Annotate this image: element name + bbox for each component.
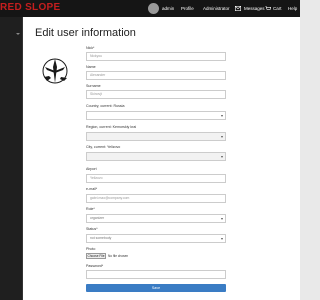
status-select-value: not somebody [90, 236, 112, 240]
nav-profile-label[interactable]: Profile [181, 6, 194, 11]
nav-cart-label[interactable]: Cart [273, 6, 282, 11]
role-select-value: organizer [90, 216, 105, 220]
airport-input[interactable]: Yelizovo [86, 174, 226, 183]
name-label: Name [86, 65, 96, 69]
status-select[interactable]: not somebody [86, 234, 226, 243]
page-title: Edit user information [35, 27, 136, 39]
role-label: Role* [86, 207, 95, 211]
user-menu[interactable]: admin [148, 0, 174, 17]
password-label: Password* [86, 264, 104, 268]
airport-label: Airport [86, 167, 97, 171]
cart-icon [265, 6, 271, 10]
surname-input[interactable]: Skinovjt [86, 90, 226, 99]
nick-label: Nick* [86, 46, 95, 50]
main-content: Edit user information Nick* Nickyou Name… [23, 17, 300, 300]
password-input[interactable] [86, 270, 226, 279]
choose-file-button[interactable]: Choose File [86, 253, 106, 259]
surname-label: Surname [86, 84, 101, 88]
region-select[interactable] [86, 132, 226, 141]
save-button[interactable]: Save [86, 284, 226, 292]
country-select[interactable] [86, 111, 226, 120]
envelope-icon [235, 6, 241, 11]
photo-label: Photo [86, 247, 96, 251]
nav-profile[interactable]: Profile [181, 0, 194, 17]
nav-administrator-label[interactable]: Administrator [203, 6, 230, 11]
city-label: City, current: Yelizovo [86, 145, 121, 149]
username[interactable]: admin [162, 6, 174, 11]
nav-help-label[interactable]: Help [288, 6, 297, 11]
region-label: Region, current: Kemorskiy krai [86, 125, 137, 129]
avatar[interactable] [148, 3, 159, 14]
nav-messages[interactable]: Messages [235, 0, 265, 17]
country-label: Country, current: Russia [86, 104, 125, 108]
nick-input[interactable]: Nickyou [86, 52, 226, 61]
name-input[interactable]: Alexander [86, 71, 226, 80]
chevron-down-icon[interactable] [16, 33, 20, 35]
role-select[interactable]: organizer [86, 214, 226, 223]
chevron-down-icon [221, 136, 223, 138]
chevron-down-icon [221, 115, 223, 117]
nav-cart[interactable]: Cart [265, 0, 282, 17]
file-status-text: No file chosen [108, 254, 129, 258]
sidebar [0, 17, 23, 300]
nav-help[interactable]: Help [288, 0, 297, 17]
city-select[interactable] [86, 152, 226, 161]
chevron-down-icon [221, 218, 223, 220]
top-navbar: RED SLOPE admin Profile Administrator Me… [0, 0, 300, 17]
email-input[interactable]: gabri.mao@company.com [86, 194, 226, 203]
brand-logo[interactable]: RED SLOPE [0, 2, 61, 13]
nav-messages-label[interactable]: Messages [244, 6, 265, 11]
email-label: e-mail* [86, 187, 98, 191]
airplane-logo-icon [42, 58, 68, 84]
chevron-down-icon [221, 238, 223, 240]
status-label: Status* [86, 227, 98, 231]
chevron-down-icon [221, 156, 223, 158]
nav-administrator[interactable]: Administrator [203, 0, 230, 17]
